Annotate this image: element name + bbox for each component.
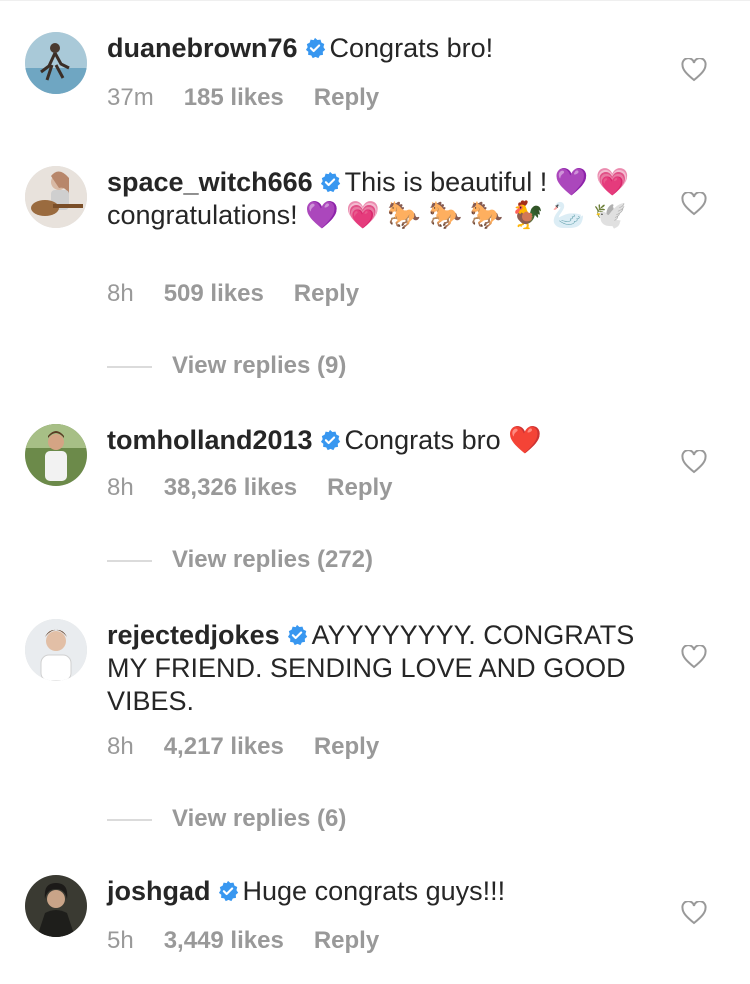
reply-button[interactable]: Reply xyxy=(314,84,379,111)
comment-text: Huge congrats guys!!! xyxy=(242,876,506,906)
comment-time: 8h xyxy=(107,733,134,760)
heart-outline-icon[interactable] xyxy=(681,192,707,216)
comment-text: Congrats bro! xyxy=(329,33,494,63)
verified-badge-icon xyxy=(319,171,341,193)
replies-divider xyxy=(107,365,152,368)
comment-time: 37m xyxy=(107,84,154,111)
verified-badge-icon xyxy=(217,880,239,902)
comment-likes[interactable]: 3,449 likes xyxy=(164,927,284,954)
heart-outline-icon[interactable] xyxy=(681,901,707,925)
view-replies-label: View replies (6) xyxy=(172,805,347,832)
reply-button[interactable]: Reply xyxy=(294,280,359,307)
heart-outline-icon[interactable] xyxy=(681,645,707,669)
avatar[interactable] xyxy=(25,875,87,937)
comment-time: 5h xyxy=(107,927,134,954)
view-replies-label: View replies (9) xyxy=(172,352,347,379)
comment-text: Congrats bro ❤️ xyxy=(344,425,542,455)
avatar[interactable] xyxy=(25,619,87,681)
comment-username[interactable]: joshgad xyxy=(107,876,211,906)
view-replies-button[interactable]: View replies (6) xyxy=(107,805,346,833)
comment-username[interactable]: space_witch666 xyxy=(107,167,313,197)
comment-username[interactable]: duanebrown76 xyxy=(107,33,298,63)
view-replies-button[interactable]: View replies (272) xyxy=(107,546,373,574)
verified-badge-icon xyxy=(319,429,341,451)
view-replies-button[interactable]: View replies (9) xyxy=(107,352,346,380)
comment-time: 8h xyxy=(107,280,134,307)
comment-likes[interactable]: 185 likes xyxy=(184,84,284,111)
top-divider xyxy=(0,0,750,1)
avatar[interactable] xyxy=(25,424,87,486)
heart-outline-icon[interactable] xyxy=(681,58,707,82)
view-replies-label: View replies (272) xyxy=(172,546,373,573)
reply-button[interactable]: Reply xyxy=(314,733,379,760)
avatar[interactable] xyxy=(25,166,87,228)
comment-likes[interactable]: 38,326 likes xyxy=(164,474,297,501)
avatar[interactable] xyxy=(25,32,87,94)
reply-button[interactable]: Reply xyxy=(314,927,379,954)
comment-likes[interactable]: 509 likes xyxy=(164,280,264,307)
reply-button[interactable]: Reply xyxy=(327,474,392,501)
verified-badge-icon xyxy=(286,624,308,646)
heart-outline-icon[interactable] xyxy=(681,450,707,474)
replies-divider xyxy=(107,818,152,821)
verified-badge-icon xyxy=(304,37,326,59)
replies-divider xyxy=(107,559,152,562)
comment-username[interactable]: rejectedjokes xyxy=(107,620,280,650)
comment-time: 8h xyxy=(107,474,134,501)
comment-likes[interactable]: 4,217 likes xyxy=(164,733,284,760)
comment-username[interactable]: tomholland2013 xyxy=(107,425,313,455)
